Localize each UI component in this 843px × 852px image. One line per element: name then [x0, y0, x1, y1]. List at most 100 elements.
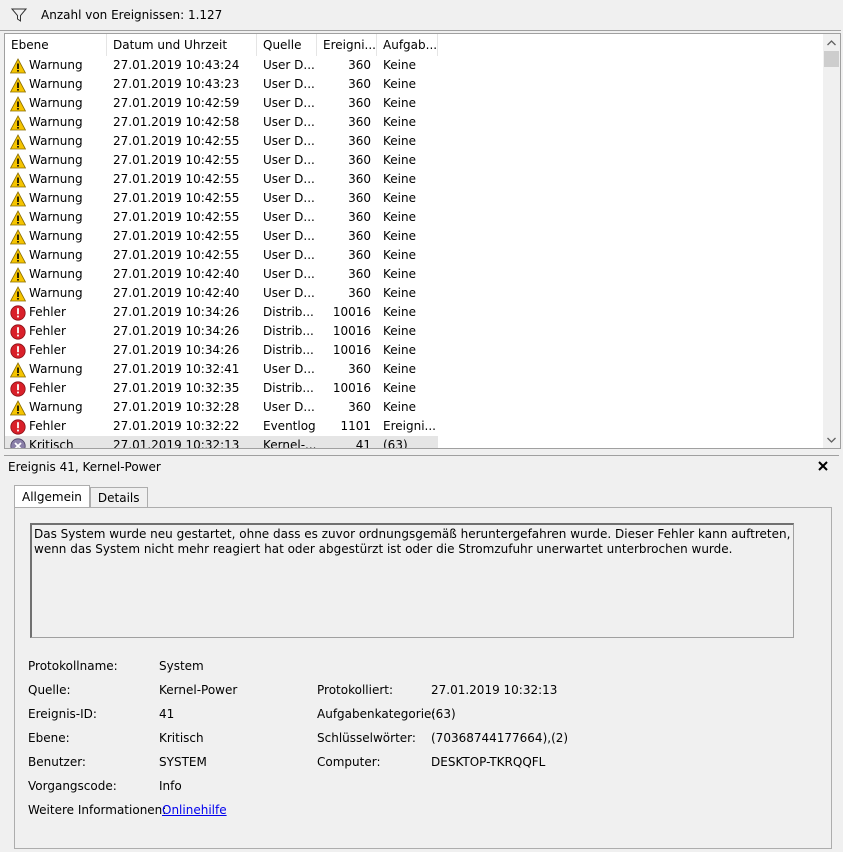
table-row[interactable]: Warnung 27.01.2019 10:42:58 User D... 360 Ke…: [5, 113, 438, 132]
table-row[interactable]: Warnung 27.01.2019 10:32:41 User D... 360 Ke…: [5, 360, 438, 379]
label-protokollname: Protokollname:: [28, 659, 118, 673]
table-row[interactable]: Kritisch 27.01.2019 10:32:13 Kernel-... 41 (…: [5, 436, 438, 449]
level-text: Fehler: [29, 324, 66, 338]
chevron-up-icon: [827, 39, 836, 45]
cell-event-id: 360: [348, 248, 371, 262]
cell-date: 27.01.2019 10:34:26: [113, 324, 240, 338]
table-row[interactable]: Warnung 27.01.2019 10:43:24 User D... 360 Ke…: [5, 56, 438, 75]
table-row[interactable]: Fehler 27.01.2019 10:32:22 Eventlog 1101 Ere…: [5, 417, 438, 436]
cell-source: User D...: [263, 134, 315, 148]
cell-date: 27.01.2019 10:43:24: [113, 58, 240, 72]
scroll-thumb[interactable]: [824, 51, 839, 67]
column-headers: Ebene Datum und Uhrzeit Quelle Ereigni..…: [5, 34, 438, 56]
table-row[interactable]: Warnung 27.01.2019 10:42:55 User D... 360 Ke…: [5, 132, 438, 151]
cell-source: User D...: [263, 58, 315, 72]
label-protokolliert: Protokolliert:: [317, 683, 394, 697]
table-row[interactable]: Warnung 27.01.2019 10:42:55 User D... 360 Ke…: [5, 208, 438, 227]
cell-task: Keine: [383, 324, 416, 338]
column-header-source[interactable]: Quelle: [257, 34, 317, 56]
cell-source: Eventlog: [263, 419, 316, 433]
filter-funnel-icon[interactable]: [11, 7, 27, 23]
column-header-task[interactable]: Aufgab...: [377, 34, 438, 56]
table-row[interactable]: Warnung 27.01.2019 10:42:55 User D... 360 Ke…: [5, 227, 438, 246]
tab-page-general: Das System wurde neu gestartet, ohne das…: [14, 507, 832, 849]
warning-triangle-icon: [10, 171, 26, 187]
cell-level: Fehler: [5, 303, 107, 322]
cell-source: User D...: [263, 191, 315, 205]
value-aufgabenkategorie: (63): [431, 707, 456, 721]
level-text: Warnung: [29, 58, 83, 72]
cell-source: User D...: [263, 286, 315, 300]
label-benutzer: Benutzer:: [28, 755, 86, 769]
cell-date: 27.01.2019 10:42:59: [113, 96, 240, 110]
error-circle-icon: [10, 380, 26, 397]
cell-source: User D...: [263, 172, 315, 186]
table-row[interactable]: Warnung 27.01.2019 10:42:55 User D... 360 Ke…: [5, 189, 438, 208]
table-row[interactable]: Warnung 27.01.2019 10:42:40 User D... 360 Ke…: [5, 265, 438, 284]
cell-task: Keine: [383, 115, 416, 129]
cell-task: Keine: [383, 248, 416, 262]
table-row[interactable]: Warnung 27.01.2019 10:42:55 User D... 360 Ke…: [5, 246, 438, 265]
table-row[interactable]: Fehler 27.01.2019 10:34:26 Distrib... 10016…: [5, 322, 438, 341]
filter-bar: Anzahl von Ereignissen: 1.127: [0, 0, 841, 31]
table-row[interactable]: Fehler 27.01.2019 10:32:35 Distrib... 10016…: [5, 379, 438, 398]
cell-source: Kernel-...: [263, 438, 317, 449]
warning-triangle-icon: [10, 361, 26, 377]
table-row[interactable]: Fehler 27.01.2019 10:34:26 Distrib... 10016…: [5, 303, 438, 322]
cell-task: Keine: [383, 400, 416, 414]
cell-date: 27.01.2019 10:32:28: [113, 400, 240, 414]
scroll-down-button[interactable]: [823, 431, 840, 448]
event-description[interactable]: Das System wurde neu gestartet, ohne das…: [30, 523, 794, 638]
detail-header: Ereignis 41, Kernel-Power: [4, 455, 839, 478]
table-row[interactable]: Fehler 27.01.2019 10:34:26 Distrib... 10016…: [5, 341, 438, 360]
level-text: Kritisch: [29, 438, 74, 449]
cell-level: Warnung: [5, 94, 107, 113]
vertical-scrollbar[interactable]: [823, 34, 840, 448]
cell-task: Keine: [383, 381, 416, 395]
level-text: Warnung: [29, 134, 83, 148]
level-text: Warnung: [29, 96, 83, 110]
cell-level: Kritisch: [5, 436, 107, 449]
cell-event-id: 360: [348, 96, 371, 110]
event-list: Ebene Datum und Uhrzeit Quelle Ereigni..…: [4, 33, 841, 449]
column-header-event-id[interactable]: Ereigni...: [317, 34, 377, 56]
table-row[interactable]: Warnung 27.01.2019 10:42:55 User D... 360 Ke…: [5, 170, 438, 189]
column-header-level[interactable]: Ebene: [5, 34, 107, 56]
table-row[interactable]: Warnung 27.01.2019 10:42:40 User D... 360 Ke…: [5, 284, 438, 303]
table-row[interactable]: Warnung 27.01.2019 10:42:55 User D... 360 Ke…: [5, 151, 438, 170]
tab-details[interactable]: Details: [89, 487, 148, 508]
warning-triangle-icon: [10, 399, 26, 415]
cell-task: Keine: [383, 362, 416, 376]
cell-level: Warnung: [5, 398, 107, 417]
value-vorgangscode: Info: [159, 779, 182, 793]
cell-task: Keine: [383, 343, 416, 357]
error-circle-icon: [10, 418, 26, 435]
cell-task: Keine: [383, 286, 416, 300]
cell-task: Keine: [383, 305, 416, 319]
cell-event-id: 10016: [332, 343, 371, 357]
cell-source: User D...: [263, 400, 315, 414]
value-ebene: Kritisch: [159, 731, 204, 745]
cell-source: User D...: [263, 115, 315, 129]
close-button[interactable]: [815, 458, 831, 474]
cell-level: Warnung: [5, 360, 107, 379]
cell-level: Fehler: [5, 417, 107, 436]
column-header-date[interactable]: Datum und Uhrzeit: [107, 34, 257, 56]
cell-level: Warnung: [5, 56, 107, 75]
cell-event-id: 360: [348, 267, 371, 281]
scroll-up-button[interactable]: [823, 34, 840, 51]
chevron-down-icon: [827, 437, 836, 443]
table-row[interactable]: Warnung 27.01.2019 10:43:23 User D... 360 Ke…: [5, 75, 438, 94]
label-schluesselwoerter: Schlüsselwörter:: [317, 731, 416, 745]
tab-allgemein[interactable]: Allgemein: [14, 485, 90, 508]
level-text: Fehler: [29, 381, 66, 395]
cell-date: 27.01.2019 10:42:55: [113, 172, 240, 186]
cell-source: Distrib...: [263, 381, 314, 395]
cell-source: User D...: [263, 267, 315, 281]
online-help-link[interactable]: Onlinehilfe: [162, 803, 227, 817]
table-row[interactable]: Warnung 27.01.2019 10:42:59 User D... 360 Ke…: [5, 94, 438, 113]
cell-task: Keine: [383, 191, 416, 205]
table-row[interactable]: Warnung 27.01.2019 10:32:28 User D... 360 Ke…: [5, 398, 438, 417]
error-circle-icon: [10, 323, 26, 340]
cell-event-id: 41: [355, 438, 371, 449]
